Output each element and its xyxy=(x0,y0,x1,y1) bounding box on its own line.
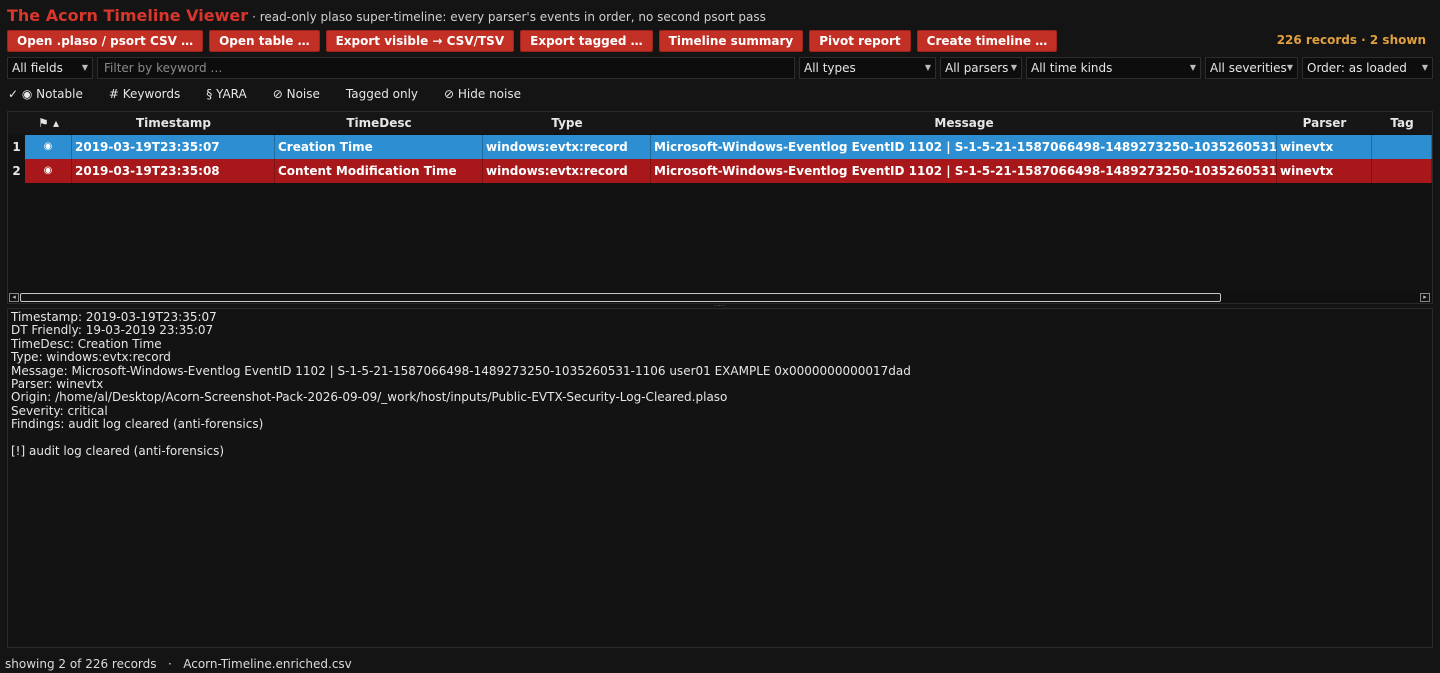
type-cell: windows:evtx:record xyxy=(483,159,651,183)
pivot-report-button[interactable]: Pivot report xyxy=(809,30,911,52)
row-number: 2 xyxy=(12,164,21,178)
export-tagged-button[interactable]: Export tagged … xyxy=(520,30,653,52)
keyword-filter-input[interactable] xyxy=(97,57,795,79)
detail-dt-friendly: DT Friendly: 19-03-2019 23:35:07 xyxy=(11,323,214,338)
export-visible-button[interactable]: Export visible → CSV/TSV xyxy=(325,30,515,52)
detail-message: Message: Microsoft-Windows-Eventlog Even… xyxy=(11,363,911,378)
record-count: 226 records · 2 shown xyxy=(1276,33,1426,47)
severity-select-value: All severities xyxy=(1210,61,1287,75)
timestamp-column-header[interactable]: Timestamp xyxy=(72,112,275,134)
scrollbar-thumb[interactable] xyxy=(20,293,1221,302)
scroll-right-icon[interactable]: ▸ xyxy=(1420,293,1430,302)
type-select-value: All types xyxy=(804,61,856,75)
title-bar: The Acorn Timeline Viewer · read-only pl… xyxy=(7,6,766,28)
detail-origin: Origin: /home/al/Desktop/Acorn-Screensho… xyxy=(11,390,728,405)
chevron-down-icon: ▼ xyxy=(924,63,931,72)
notable-icon: ◉ xyxy=(25,159,72,183)
chevron-down-icon: ▼ xyxy=(1421,63,1428,72)
scroll-left-icon[interactable]: ◂ xyxy=(9,293,19,302)
detail-blank xyxy=(11,432,1429,445)
parser-select[interactable]: All parsers ▼ xyxy=(940,57,1022,79)
app-title: The Acorn Timeline Viewer xyxy=(7,6,249,25)
filter-bar: All fields ▼ All types ▼ All parsers ▼ A… xyxy=(7,57,1433,79)
status-bar: showing 2 of 226 records · Acorn-Timelin… xyxy=(5,657,352,671)
create-timeline-button[interactable]: Create timeline … xyxy=(916,30,1058,52)
timestamp-cell: 2019-03-19T23:35:07 xyxy=(72,135,275,159)
table-header: ⚑ ▴ Timestamp TimeDesc Type Message Pars… xyxy=(8,112,1432,134)
tagged-only-toggle[interactable]: Tagged only xyxy=(346,87,418,103)
message-cell: Microsoft-Windows-Eventlog EventID 1102 … xyxy=(651,159,1277,183)
yara-toggle[interactable]: § YARA xyxy=(206,87,246,103)
app-subtitle: · read-only plaso super-timeline: every … xyxy=(252,10,766,24)
field-select[interactable]: All fields ▼ xyxy=(7,57,93,79)
detail-parser: Parser: winevtx xyxy=(11,376,104,391)
row-number: 1 xyxy=(12,140,21,154)
timeline-summary-button[interactable]: Timeline summary xyxy=(658,30,804,52)
message-column-header[interactable]: Message xyxy=(651,112,1277,134)
chevron-down-icon: ▼ xyxy=(1010,63,1017,72)
detail-alert: [!] audit log cleared (anti-forensics) xyxy=(11,443,225,458)
severity-select[interactable]: All severities ▼ xyxy=(1205,57,1298,79)
detail-timestamp: Timestamp: 2019-03-19T23:35:07 xyxy=(11,310,217,324)
time-kind-select-value: All time kinds xyxy=(1031,61,1113,75)
toolbar: Open .plaso / psort CSV … Open table … E… xyxy=(7,30,1058,52)
timedesc-column-header[interactable]: TimeDesc xyxy=(275,112,483,134)
tag-column-header[interactable]: Tag xyxy=(1372,112,1432,134)
table-row[interactable]: ◉ 2019-03-19T23:35:08 Content Modificati… xyxy=(25,159,1432,183)
tag-cell[interactable] xyxy=(1372,159,1432,183)
notable-toggle[interactable]: ✓ ◉ Notable xyxy=(8,87,83,103)
detail-severity: Severity: critical xyxy=(11,403,108,418)
open-plaso-button[interactable]: Open .plaso / psort CSV … xyxy=(7,30,204,52)
open-table-button[interactable]: Open table … xyxy=(209,30,320,52)
message-cell: Microsoft-Windows-Eventlog EventID 1102 … xyxy=(651,135,1277,159)
chevron-down-icon: ▼ xyxy=(81,63,88,72)
type-cell: windows:evtx:record xyxy=(483,135,651,159)
tag-cell[interactable] xyxy=(1372,135,1432,159)
field-select-value: All fields xyxy=(12,61,63,75)
detail-type: Type: windows:evtx:record xyxy=(11,350,171,365)
detail-timedesc: TimeDesc: Creation Time xyxy=(11,336,162,351)
parser-cell: winevtx xyxy=(1277,159,1372,183)
time-kind-select[interactable]: All time kinds ▼ xyxy=(1026,57,1201,79)
order-select[interactable]: Order: as loaded ▼ xyxy=(1302,57,1433,79)
hide-noise-toggle[interactable]: ⊘ Hide noise xyxy=(444,87,521,103)
chevron-down-icon: ▼ xyxy=(1286,63,1293,72)
flag-column-header[interactable]: ⚑ ▴ xyxy=(25,112,72,134)
notable-icon: ◉ xyxy=(25,135,72,159)
app-window: The Acorn Timeline Viewer · read-only pl… xyxy=(0,0,1440,673)
noise-toggle[interactable]: ⊘ Noise xyxy=(273,87,320,103)
keywords-toggle[interactable]: # Keywords xyxy=(109,87,180,103)
timedesc-cell: Content Modification Time xyxy=(275,159,483,183)
detail-findings: Findings: audit log cleared (anti-forens… xyxy=(11,417,264,432)
type-column-header[interactable]: Type xyxy=(483,112,651,134)
table-row-selected[interactable]: ◉ 2019-03-19T23:35:07 Creation Time wind… xyxy=(25,135,1432,159)
event-detail-panel: Timestamp: 2019-03-19T23:35:07 DT Friend… xyxy=(7,308,1433,648)
parser-select-value: All parsers xyxy=(945,61,1009,75)
type-select[interactable]: All types ▼ xyxy=(799,57,936,79)
parser-column-header[interactable]: Parser xyxy=(1277,112,1372,134)
highlight-toggles: ✓ ◉ Notable # Keywords § YARA ⊘ Noise Ta… xyxy=(8,87,547,103)
chevron-down-icon: ▼ xyxy=(1189,63,1196,72)
parser-cell: winevtx xyxy=(1277,135,1372,159)
timeline-table: ⚑ ▴ Timestamp TimeDesc Type Message Pars… xyxy=(7,111,1433,304)
timestamp-cell: 2019-03-19T23:35:08 xyxy=(72,159,275,183)
order-select-value: Order: as loaded xyxy=(1307,61,1407,75)
timedesc-cell: Creation Time xyxy=(275,135,483,159)
